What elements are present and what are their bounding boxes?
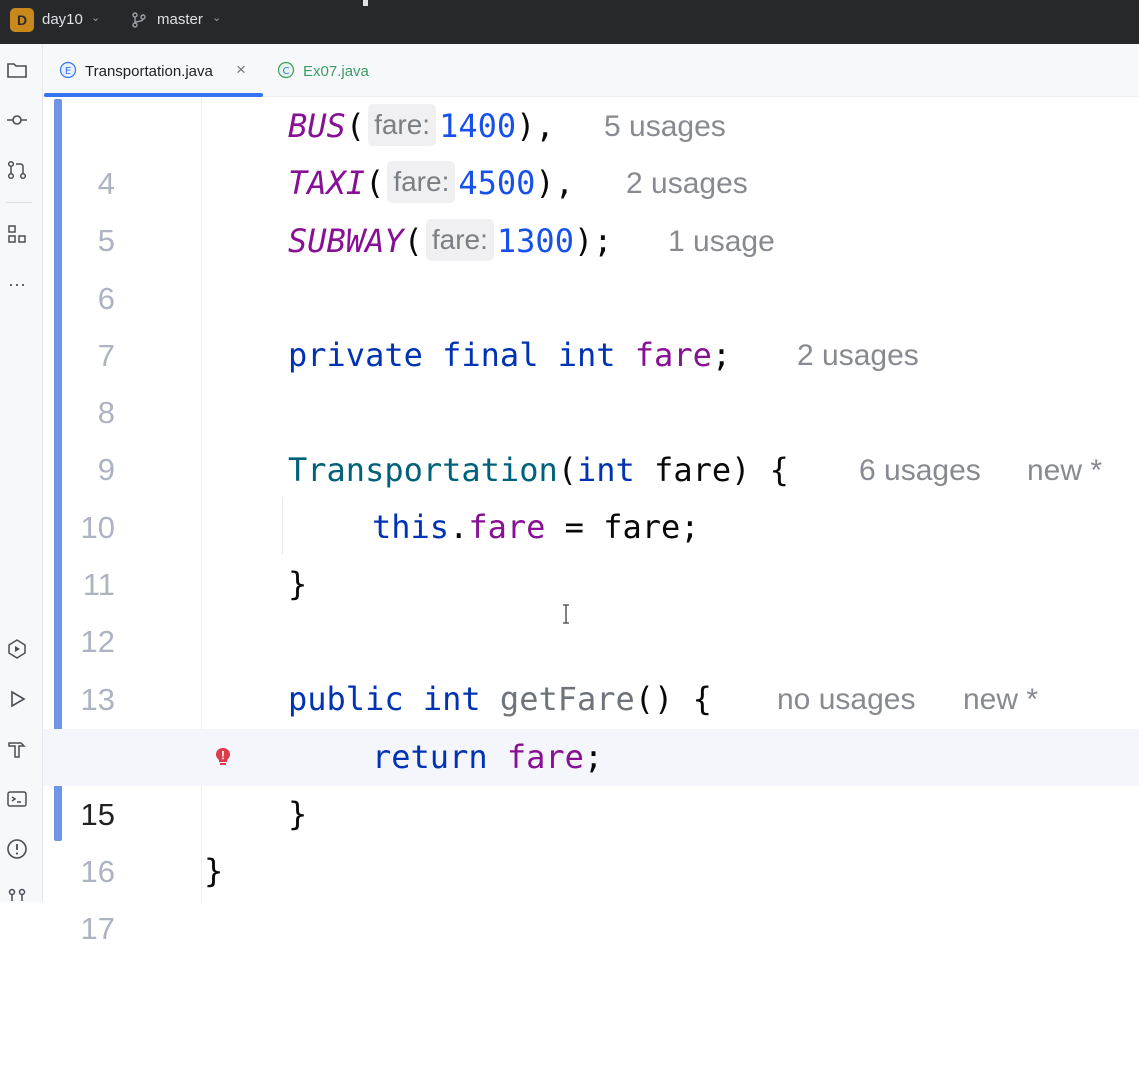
svg-text:E: E (65, 66, 71, 77)
code-line[interactable]: 17 } (43, 843, 1139, 946)
title-fragment (363, 0, 368, 6)
code-line[interactable]: 7 (43, 270, 1139, 373)
structure-icon[interactable] (5, 222, 29, 246)
code-text: = fare; (545, 508, 700, 546)
chevron-down-icon[interactable]: ⌄ (91, 11, 100, 24)
version-control-icon[interactable] (5, 885, 29, 909)
title-bar: D day10 ⌄ master ⌄ (0, 0, 1139, 44)
number-literal: 1300 (496, 222, 574, 260)
field-name: fare (634, 336, 712, 374)
usages-lens[interactable]: 2 usages (797, 327, 919, 384)
build-icon[interactable] (5, 737, 29, 761)
punctuation: ; (583, 738, 604, 776)
usages-lens[interactable]: 5 usages (604, 98, 726, 155)
code-line[interactable]: 11 this.fare = fare; (43, 499, 1139, 602)
enum-constant: SUBWAY (288, 222, 404, 260)
pull-request-icon[interactable] (5, 158, 29, 182)
tool-window-strip: ··· (0, 44, 43, 902)
chevron-down-icon[interactable]: ⌄ (212, 11, 221, 24)
keyword: return (372, 738, 488, 776)
code-line[interactable]: 13 (43, 614, 1139, 717)
tab-label: Ex07.java (303, 63, 369, 80)
punctuation: ; (711, 336, 732, 374)
closing-brace: } (288, 565, 308, 603)
author-lens[interactable]: new * (963, 671, 1038, 728)
punctuation: ) { (731, 451, 789, 489)
svg-text:C: C (283, 66, 290, 77)
class-file-icon: C (277, 61, 295, 79)
usages-lens[interactable]: 6 usages (859, 442, 981, 499)
keyword: int (576, 451, 635, 489)
code-line[interactable]: 9 (43, 384, 1139, 487)
editor-tab-bar: E Transportation.java × C Ex07.java (43, 44, 1139, 97)
branch-name[interactable]: master (157, 11, 203, 28)
folder-icon[interactable] (5, 58, 29, 82)
close-icon[interactable]: × (236, 60, 246, 80)
code-line[interactable]: 6 SUBWAY(fare: 1300); 1 usage (43, 213, 1139, 316)
line-number: 17 (80, 911, 115, 946)
tab-ex07-java[interactable]: C Ex07.java (265, 44, 415, 96)
keyword: int (557, 336, 616, 374)
services-icon[interactable] (5, 637, 29, 661)
constructor-name: Transportation (288, 451, 558, 489)
tab-label: Transportation.java (85, 63, 213, 80)
code-line[interactable]: 14 public int getFare() { no usages new … (43, 671, 1139, 774)
closing-brace: } (204, 852, 224, 890)
usages-lens[interactable]: no usages (777, 671, 915, 728)
code-line[interactable]: 5 TAXI(fare: 4500), 2 usages (43, 155, 1139, 258)
code-line[interactable]: 16 } (43, 786, 1139, 889)
parameter-hint: fare: (425, 219, 494, 261)
code-line[interactable]: 8 private final int fare; 2 usages (43, 327, 1139, 430)
tab-transportation-java[interactable]: E Transportation.java × (43, 44, 265, 97)
punctuation: ), (535, 164, 574, 202)
enum-constant: TAXI (288, 164, 366, 202)
keyword: this (372, 508, 450, 546)
parameter-hint: fare: (387, 161, 456, 203)
parameter-name: fare (654, 451, 732, 489)
punctuation: . (449, 508, 469, 546)
usages-lens[interactable]: 1 usage (668, 213, 775, 270)
field-name: fare (468, 508, 546, 546)
problems-icon[interactable] (5, 837, 29, 861)
method-name: getFare (499, 680, 635, 718)
branch-icon (132, 12, 146, 28)
punctuation: ); (573, 222, 613, 260)
code-line[interactable]: 4 BUS(fare: 1400), 5 usages (43, 98, 1139, 201)
more-icon[interactable]: ··· (5, 272, 29, 296)
closing-brace: } (288, 795, 308, 833)
number-literal: 1400 (439, 107, 517, 145)
field-name: fare (506, 738, 584, 776)
code-line-current[interactable]: 15 return fare; (43, 729, 1139, 832)
punctuation: ( (557, 451, 577, 489)
error-bulb-icon[interactable] (213, 746, 233, 768)
project-badge[interactable]: D (10, 8, 34, 32)
enum-constant: BUS (288, 107, 346, 145)
code-line[interactable]: 12 } (43, 556, 1139, 659)
keyword: final (442, 336, 539, 374)
project-name[interactable]: day10 (42, 11, 83, 28)
commit-icon[interactable] (5, 108, 29, 132)
usages-lens[interactable]: 2 usages (626, 155, 748, 212)
terminal-icon[interactable] (5, 787, 29, 811)
run-icon[interactable] (5, 687, 29, 711)
enum-file-icon: E (59, 61, 77, 79)
keyword: int (422, 680, 481, 718)
punctuation: () { (634, 680, 712, 718)
code-editor[interactable]: 4 BUS(fare: 1400), 5 usages 5 TAXI(fare: 4… (43, 97, 1139, 946)
text-cursor-icon (563, 604, 569, 624)
punctuation: ), (516, 107, 555, 145)
parameter-hint: fare: (368, 104, 437, 146)
separator (6, 202, 32, 203)
keyword: public (288, 680, 404, 718)
author-lens[interactable]: new * (1027, 442, 1102, 499)
code-line[interactable]: 10 Transportation(int fare) { 6 usages n… (43, 442, 1139, 545)
number-literal: 4500 (458, 164, 536, 202)
keyword: private (288, 336, 423, 374)
